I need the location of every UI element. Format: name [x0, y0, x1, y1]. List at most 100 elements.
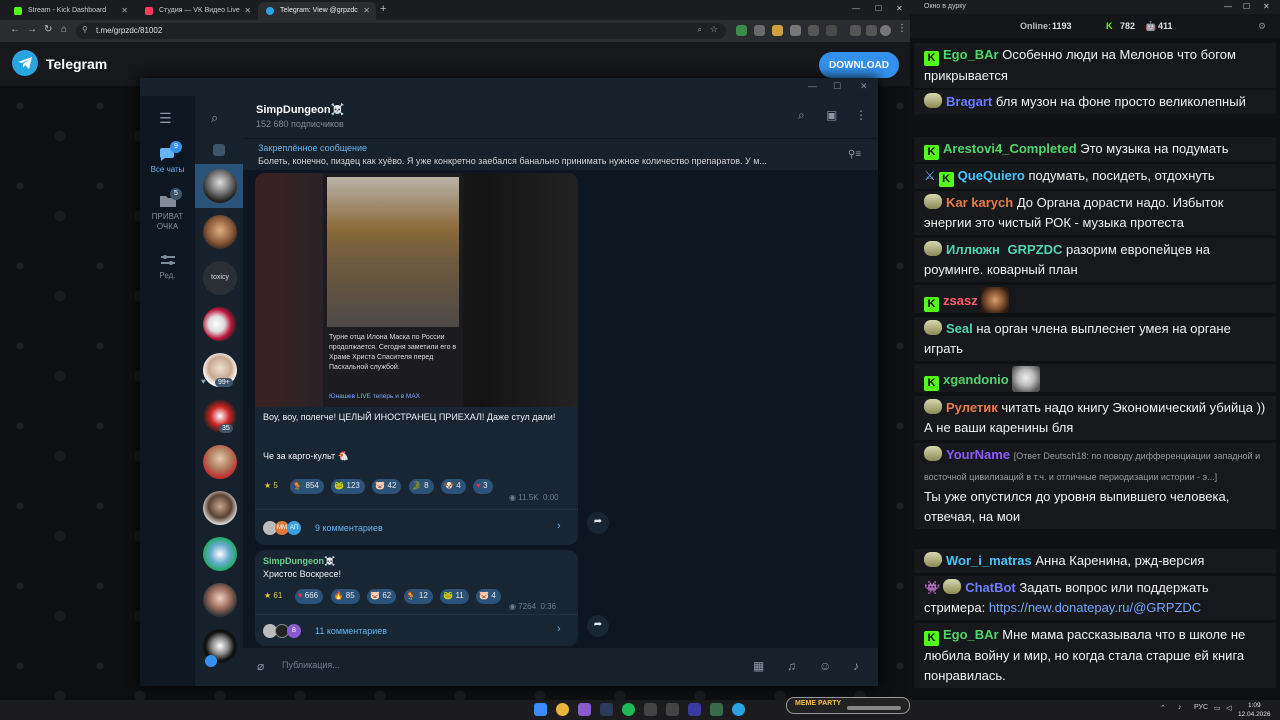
sidebar-toggle-icon[interactable]: ▣ [826, 108, 837, 122]
back-icon[interactable]: ← [10, 24, 20, 35]
folder-all-chats[interactable]: 9 Все чаты [140, 141, 195, 174]
puzzle-icon[interactable] [826, 25, 837, 36]
post-author[interactable]: SimpDungeon☠️ [263, 555, 335, 568]
forward-icon[interactable]: → [27, 24, 37, 35]
bell-icon[interactable]: ♫ [787, 659, 796, 673]
discord-icon[interactable] [578, 703, 591, 716]
close-tab-icon[interactable]: ✕ [121, 6, 128, 15]
chat-avatar[interactable] [203, 169, 237, 203]
reload-icon[interactable]: ↻ [44, 24, 52, 35]
mic-icon[interactable]: ♪ [1178, 704, 1182, 711]
menu-kebab-icon[interactable]: ⋮ [897, 23, 907, 34]
microphone-icon[interactable]: ♪ [853, 659, 859, 673]
chat-avatar[interactable] [203, 537, 237, 571]
reaction-star[interactable]: ★ 5 [261, 479, 283, 494]
reaction[interactable]: 🐷 42 [372, 479, 402, 494]
minimize-icon[interactable]: — [1224, 2, 1232, 11]
menu-kebab-icon[interactable]: ⋮ [855, 108, 867, 122]
search-icon[interactable]: ⌕ [698, 25, 702, 35]
volume-icon[interactable]: ◁ [1226, 704, 1231, 712]
post-video-preview[interactable]: Турне отца Илона Маска по России продолж… [255, 173, 578, 407]
share-button[interactable]: ➦ [587, 512, 609, 534]
reaction[interactable]: 🐷 62 [367, 589, 397, 604]
share-button[interactable]: ➦ [587, 615, 609, 637]
network-icon[interactable]: ▭ [1214, 704, 1221, 712]
download-icon[interactable] [850, 25, 861, 36]
reaction[interactable]: 🐊 8 [408, 479, 434, 494]
extension-icon[interactable] [772, 25, 783, 36]
profile-avatar[interactable] [880, 25, 891, 36]
reaction[interactable]: 🐓 854 [290, 479, 324, 494]
composer-placeholder[interactable]: Публикация... [282, 660, 340, 670]
chat-username[interactable]: YourName [946, 447, 1010, 462]
chat-username[interactable]: Kar karych [946, 195, 1013, 210]
address-bar[interactable]: ⚲ t.me/grpzdc/81002 ⌕ ☆ [76, 23, 726, 39]
attach-icon[interactable]: ⌀ [257, 659, 264, 673]
language-indicator[interactable]: РУС [1194, 704, 1208, 711]
steam-icon[interactable] [600, 703, 613, 716]
reaction[interactable]: ♥ 666 [294, 589, 324, 604]
bookmark-star-icon[interactable]: ☆ [710, 24, 718, 35]
reaction[interactable]: 🐷 4 [476, 589, 501, 604]
reaction[interactable]: 🔥 85 [330, 589, 360, 604]
chat-username[interactable]: QueQuiero [958, 168, 1025, 183]
maximize-icon[interactable]: ☐ [1243, 2, 1250, 11]
close-tab-icon[interactable]: ✕ [244, 6, 251, 15]
folder-edit[interactable]: Ред. [140, 252, 195, 280]
site-info-icon[interactable]: ⚲ [82, 25, 88, 34]
maximize-icon[interactable]: ☐ [833, 81, 841, 92]
chat-username[interactable]: xgandonio [943, 372, 1009, 387]
close-window-icon[interactable]: ✕ [860, 81, 868, 92]
reaction[interactable]: 🐸 11 [440, 589, 469, 604]
obs-icon[interactable] [666, 703, 679, 716]
reaction[interactable]: 🐶 4 [441, 479, 466, 494]
chat-username[interactable]: Рулетик [946, 400, 998, 415]
archive-icon[interactable] [213, 144, 225, 156]
extension-icon[interactable] [754, 25, 765, 36]
start-button-icon[interactable] [534, 703, 547, 716]
chat-username[interactable]: Bragart [946, 94, 992, 109]
tab-vk-video[interactable]: Студия — VK Видео Live ✕ [137, 2, 257, 20]
new-tab-icon[interactable]: + [380, 3, 386, 15]
comments-link[interactable]: 9 комментариев [315, 523, 383, 533]
reaction[interactable]: ♥ 3 [473, 479, 493, 494]
search-icon[interactable]: ⌕ [211, 110, 218, 126]
emoji-icon[interactable]: ☺ [819, 659, 831, 673]
extension-icon[interactable] [808, 25, 819, 36]
comments-link[interactable]: 11 комментариев [315, 626, 387, 636]
chat-username[interactable]: Ego_BAr [943, 627, 999, 642]
download-button[interactable]: DOWNLOAD [819, 52, 899, 78]
chat-avatar-toxicity[interactable]: toxicy [203, 261, 237, 295]
search-icon[interactable]: ⌕ [798, 108, 805, 123]
pin-list-icon[interactable]: ⚲≡ [848, 149, 861, 160]
extension-icon[interactable] [736, 25, 747, 36]
chat-username[interactable]: Иллюжн [946, 242, 1000, 257]
chat-username[interactable]: Wor_i_matras [946, 553, 1032, 568]
minimize-icon[interactable]: — [808, 81, 817, 91]
chat-username[interactable]: Ego_BAr [943, 47, 999, 62]
settings-gear-icon[interactable]: ⚙ [1258, 21, 1266, 32]
chat-avatar[interactable] [203, 491, 237, 525]
comments-row[interactable]: ММ АП 9 комментариев › [255, 509, 578, 545]
comments-row[interactable]: В 11 комментариев › [255, 614, 578, 646]
close-tab-icon[interactable]: ✕ [363, 6, 370, 15]
close-window-icon[interactable]: ✕ [1263, 2, 1270, 11]
tab-telegram[interactable]: Telegram: View @grpzdc ✕ [258, 2, 376, 20]
spotify-icon[interactable] [622, 703, 635, 716]
tab-kick-dashboard[interactable]: Stream - Kick Dashboard ✕ [6, 2, 134, 20]
chat-username[interactable]: ChatBot [965, 580, 1016, 595]
app-icon[interactable] [644, 703, 657, 716]
minimize-icon[interactable]: — [852, 4, 860, 13]
maximize-icon[interactable]: ☐ [875, 4, 882, 13]
reaction[interactable]: 🐸 123 [331, 479, 365, 494]
close-window-icon[interactable]: ✕ [896, 4, 903, 13]
channel-name[interactable]: SimpDungeon☠️ [256, 103, 344, 116]
chrome-icon[interactable] [556, 703, 569, 716]
reaction-star[interactable]: ★ 61 [261, 589, 287, 604]
reaction[interactable]: 🐓 12 [403, 589, 433, 604]
chat-avatar[interactable] [203, 445, 237, 479]
telegram-icon[interactable] [732, 703, 745, 716]
schedule-icon[interactable]: ▦ [753, 659, 764, 673]
clock[interactable]: 1:09 12.04.2026 [1238, 701, 1271, 719]
pinned-message[interactable]: Закреплённое сообщение Болеть, конечно, … [243, 138, 878, 170]
